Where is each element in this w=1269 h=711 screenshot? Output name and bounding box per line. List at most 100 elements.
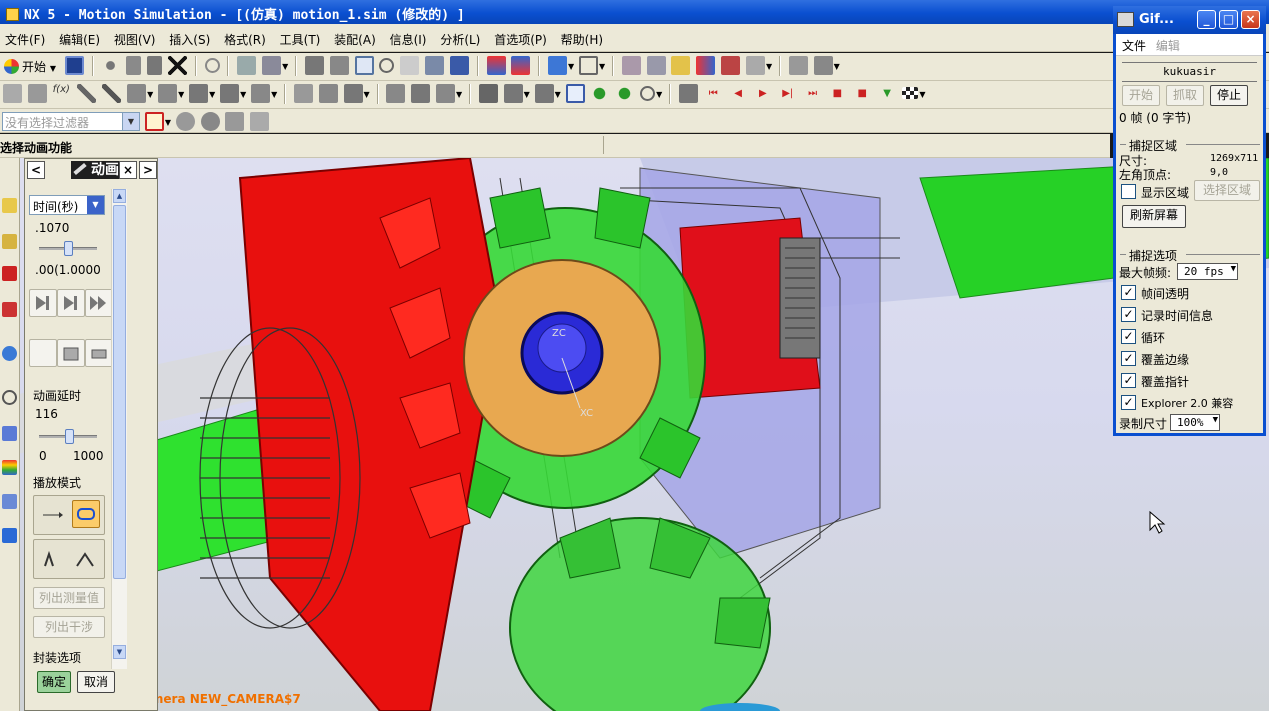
edit-object-icon[interactable]: [721, 56, 741, 75]
render-icon[interactable]: [425, 56, 445, 75]
animation-icon[interactable]: [678, 84, 698, 103]
dropdown-arrow[interactable]: ▼: [568, 62, 574, 71]
chevron-down-icon[interactable]: ▼: [122, 113, 139, 130]
menu-item-help[interactable]: 帮助(H): [556, 24, 608, 51]
gif-stop-button[interactable]: 停止: [1210, 85, 1248, 106]
close-button[interactable]: ×: [1241, 10, 1260, 29]
option-checkbox-3[interactable]: ✓: [1121, 351, 1136, 366]
highlight-icon[interactable]: [671, 56, 691, 75]
sensor-icon[interactable]: [503, 84, 523, 103]
step-back-icon[interactable]: ◀: [729, 84, 748, 103]
dropdown-arrow[interactable]: ▼: [282, 62, 288, 71]
force-icon[interactable]: [293, 84, 313, 103]
explode-button[interactable]: [57, 339, 85, 367]
environment-icon[interactable]: [3, 84, 22, 103]
motion-navigator-icon[interactable]: [2, 266, 17, 281]
minimize-button[interactable]: _: [1197, 10, 1216, 29]
palette-icon[interactable]: [2, 460, 17, 475]
gear-icon[interactable]: [411, 84, 431, 103]
option-checkbox-4[interactable]: ✓: [1121, 373, 1136, 388]
play-icon[interactable]: ▶: [753, 84, 772, 103]
reverse-button[interactable]: [72, 545, 100, 573]
view-orient-icon[interactable]: [579, 56, 599, 75]
layer-icon[interactable]: [745, 56, 765, 75]
paste-icon[interactable]: [147, 56, 163, 75]
dropdown-arrow[interactable]: ▼: [834, 62, 840, 71]
time-slider-knob[interactable]: [64, 241, 73, 256]
link-icon[interactable]: [27, 84, 47, 103]
history-icon[interactable]: [2, 390, 17, 405]
dropdown-arrow[interactable]: ▼: [656, 90, 662, 99]
show-area-checkbox[interactable]: [1121, 184, 1136, 199]
dropdown-arrow[interactable]: ▼: [240, 90, 246, 99]
gif-menu-file[interactable]: 文件: [1122, 39, 1146, 53]
ring-gear-red[interactable]: [238, 158, 502, 711]
chevron-down-icon[interactable]: ▼: [87, 196, 104, 214]
cable-icon[interactable]: [436, 84, 456, 103]
list-interference-button[interactable]: 列出干涉: [33, 616, 105, 638]
spreadsheet-icon[interactable]: [565, 84, 585, 103]
play-forward-button[interactable]: [57, 289, 85, 317]
menu-item-analysis[interactable]: 分析(L): [435, 24, 485, 51]
finish-flag-icon[interactable]: [902, 87, 919, 99]
option-checkbox-2[interactable]: ✓: [1121, 329, 1136, 344]
dropdown-arrow[interactable]: ▼: [599, 62, 605, 71]
list-measurements-button[interactable]: 列出测量值: [33, 587, 105, 609]
menu-item-format[interactable]: 格式(R): [219, 24, 271, 51]
delay-slider[interactable]: [39, 429, 97, 444]
gif-capture-button[interactable]: 抓取: [1166, 85, 1204, 106]
follow-button[interactable]: [85, 339, 113, 367]
spring-icon[interactable]: [127, 84, 147, 103]
section-icon[interactable]: [788, 56, 808, 75]
pan-icon[interactable]: [400, 56, 420, 75]
copy-icon[interactable]: [126, 56, 142, 75]
dropdown-arrow[interactable]: ▼: [766, 62, 772, 71]
display-icon[interactable]: [2, 528, 17, 543]
dropdown-arrow[interactable]: ▼: [456, 90, 462, 99]
function-icon[interactable]: f(x): [53, 84, 72, 103]
undo-icon[interactable]: [204, 58, 220, 73]
gif-menu-edit[interactable]: 编辑: [1156, 39, 1180, 53]
option-checkbox-5[interactable]: ✓: [1121, 395, 1136, 410]
solid-body-icon[interactable]: [548, 56, 568, 75]
filter-icon[interactable]: [262, 56, 282, 75]
menu-item-preferences[interactable]: 首选项(P): [489, 24, 552, 51]
wireframe-view-icon[interactable]: [329, 56, 349, 75]
coupler-icon[interactable]: [251, 84, 271, 103]
menu-item-file[interactable]: 文件(F): [0, 24, 50, 51]
dropdown-arrow[interactable]: ▼: [147, 90, 153, 99]
fast-forward-icon[interactable]: ⏭: [803, 84, 822, 103]
graph-icon[interactable]: [534, 84, 554, 103]
cancel-button[interactable]: 取消: [77, 671, 115, 693]
time-value[interactable]: .1070: [35, 221, 69, 235]
undo-selection-icon[interactable]: [175, 112, 195, 131]
dropdown-arrow[interactable]: ▼: [919, 90, 925, 99]
stop-icon[interactable]: ■: [853, 84, 872, 103]
animation-dialog-scrollbar[interactable]: ▲ ▼: [111, 189, 127, 669]
motion-solver-icon[interactable]: [486, 56, 506, 75]
contact-icon[interactable]: [220, 84, 240, 103]
pause-icon[interactable]: ■: [828, 84, 847, 103]
loop-button[interactable]: [72, 500, 100, 528]
start-button[interactable]: 开始 ▼: [2, 55, 60, 77]
joint-icon[interactable]: [77, 84, 97, 103]
step-back-button[interactable]: [29, 289, 57, 317]
dialog-prev-button[interactable]: <: [27, 161, 45, 179]
graphics-viewport[interactable]: ZC XC Y Camera NEW_CAMERA$7: [0, 158, 1269, 711]
play-once-button[interactable]: [38, 501, 66, 529]
save-icon[interactable]: [64, 56, 84, 75]
quick-pick-icon[interactable]: [200, 112, 220, 131]
marker-icon[interactable]: [102, 84, 122, 103]
simulation-model[interactable]: ZC XC Y: [0, 158, 1269, 711]
torque-icon[interactable]: [318, 84, 338, 103]
constraint-icon[interactable]: [386, 84, 406, 103]
gear-small-icon[interactable]: [225, 112, 245, 131]
down-green-icon[interactable]: ▼: [878, 84, 897, 103]
menu-item-tools[interactable]: 工具(T): [275, 24, 326, 51]
reset-icon[interactable]: [640, 86, 656, 101]
time-unit-select[interactable]: 时间(秒) ▼: [29, 195, 105, 215]
max-fps-select[interactable]: 20 fps ▼: [1177, 263, 1238, 280]
ok-button[interactable]: 确定: [37, 671, 71, 693]
sketch-icon[interactable]: [621, 56, 641, 75]
refresh-screen-button[interactable]: 刷新屏幕: [1122, 205, 1186, 228]
